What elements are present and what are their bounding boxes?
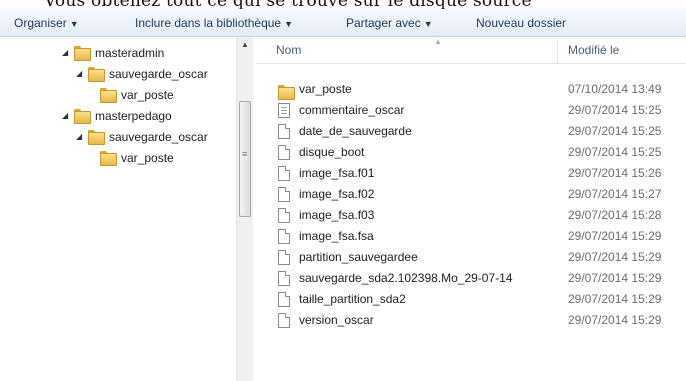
folder-icon (74, 108, 91, 124)
file-icon-slot (278, 313, 290, 335)
file-name: image_fsa.f03 (299, 208, 375, 222)
column-separator[interactable] (557, 41, 558, 63)
folder-icon (88, 66, 105, 82)
file-row[interactable]: image_fsa.f01 29/07/2014 15:26 (256, 163, 686, 184)
file-row[interactable]: disque_boot 29/07/2014 15:25 (256, 142, 686, 163)
file-name: date_de_sauvegarde (299, 124, 412, 138)
folder-icon (100, 87, 117, 103)
file-name: taille_partition_sda2 (299, 292, 406, 306)
text-file-icon (278, 103, 290, 118)
file-modified-date: 29/07/2014 15:29 (568, 229, 662, 243)
tree-item-var-poste[interactable]: var_poste (100, 148, 174, 168)
file-name: version_oscar (299, 313, 374, 327)
sort-ascending-icon: ▲ (434, 37, 442, 46)
file-row[interactable]: image_fsa.f02 29/07/2014 15:27 (256, 184, 686, 205)
tree-item-sauvegarde-oscar[interactable]: ◢ sauvegarde_oscar (76, 64, 208, 84)
tree-item-label: var_poste (121, 88, 174, 102)
expanded-arrow-icon[interactable]: ◢ (76, 64, 88, 84)
file-name: image_fsa.fsa (299, 229, 374, 243)
tree-item-label: masteradmin (95, 46, 165, 60)
file-row[interactable]: taille_partition_sda2 29/07/2014 15:29 (256, 289, 686, 310)
file-modified-date: 29/07/2014 15:25 (568, 103, 662, 117)
file-name: disque_boot (299, 145, 365, 159)
file-row[interactable]: var_poste 07/10/2014 13:49 (256, 79, 686, 100)
file-name: sauvegarde_sda2.102398.Mo_29-07-14 (299, 271, 513, 285)
file-row[interactable]: partition_sauvegardee 29/07/2014 15:29 (256, 247, 686, 268)
column-header-modified[interactable]: Modifié le (568, 37, 619, 64)
file-list-pane: Nom ▲ Modifié le var_poste 07/10/2014 13:… (256, 37, 686, 381)
file-icon (278, 187, 290, 202)
column-header-row: Nom ▲ Modifié le (256, 37, 686, 64)
chevron-down-icon: ▼ (423, 19, 433, 29)
folder-icon (88, 129, 105, 145)
file-row[interactable]: version_oscar 29/07/2014 15:29 (256, 310, 686, 331)
file-modified-date: 29/07/2014 15:25 (568, 145, 662, 159)
include-library-menu[interactable]: Inclure dans la bibliothèque ▼ (135, 9, 293, 37)
file-modified-date: 29/07/2014 15:29 (568, 271, 662, 285)
new-folder-button[interactable]: Nouveau dossier (476, 9, 566, 37)
file-icon (278, 229, 290, 244)
new-folder-label: Nouveau dossier (476, 16, 567, 30)
organiser-menu[interactable]: Organiser ▼ (14, 9, 79, 37)
file-icon (278, 124, 290, 139)
chevron-down-icon: ▼ (69, 19, 79, 29)
organiser-label: Organiser (14, 16, 67, 30)
grip-icon: ≡ (242, 149, 248, 159)
file-modified-date: 29/07/2014 15:25 (568, 124, 662, 138)
tree-item-var-poste[interactable]: var_poste (100, 85, 174, 105)
file-row[interactable]: sauvegarde_sda2.102398.Mo_29-07-14 29/07/… (256, 268, 686, 289)
folder-tree: ◢ masteradmin ◢ sauvegarde_oscar var_poste… (0, 37, 236, 381)
navigation-pane: ◢ masteradmin ◢ sauvegarde_oscar var_poste… (0, 37, 254, 381)
share-with-label: Partager avec (346, 16, 421, 30)
expanded-arrow-icon[interactable]: ◢ (76, 127, 88, 147)
share-with-menu[interactable]: Partager avec ▼ (346, 9, 433, 37)
nav-scrollbar[interactable]: ▲ ≡ (236, 37, 253, 381)
cropped-caption-text: Vous obtenez tout ce qui se trouve sur l… (44, 0, 532, 9)
include-library-label: Inclure dans la bibliothèque (135, 16, 282, 30)
scroll-up-arrow-icon[interactable]: ▲ (237, 37, 253, 53)
tree-item-label: sauvegarde_oscar (109, 67, 208, 81)
file-modified-date: 29/07/2014 15:27 (568, 187, 662, 201)
file-name: image_fsa.f02 (299, 187, 375, 201)
file-icon (278, 292, 290, 307)
file-name: var_poste (299, 82, 352, 96)
expanded-arrow-icon[interactable]: ◢ (62, 43, 74, 63)
file-row[interactable]: commentaire_oscar 29/07/2014 15:25 (256, 100, 686, 121)
file-icon (278, 271, 290, 286)
file-icon (278, 145, 290, 160)
file-icon (278, 208, 290, 223)
cropped-caption: Vous obtenez tout ce qui se trouve sur l… (0, 0, 686, 9)
file-modified-date: 29/07/2014 15:26 (568, 166, 662, 180)
file-modified-date: 29/07/2014 15:28 (568, 208, 662, 222)
tree-item-label: masterpedago (95, 109, 172, 123)
file-row[interactable]: image_fsa.fsa 29/07/2014 15:29 (256, 226, 686, 247)
tree-item-masterpedago[interactable]: ◢ masterpedago (62, 106, 172, 126)
column-header-name[interactable]: Nom (276, 37, 301, 64)
file-modified-date: 07/10/2014 13:49 (568, 82, 662, 96)
file-name: image_fsa.f01 (299, 166, 375, 180)
file-icon (278, 166, 290, 181)
tree-item-sauvegarde-oscar[interactable]: ◢ sauvegarde_oscar (76, 127, 208, 147)
file-modified-date: 29/07/2014 15:29 (568, 292, 662, 306)
file-icon (278, 250, 290, 265)
file-name: partition_sauvegardee (299, 250, 418, 264)
folder-icon (74, 45, 91, 61)
command-bar: Organiser ▼ Inclure dans la bibliothèque ▼… (0, 9, 686, 37)
file-icon (278, 313, 290, 328)
file-modified-date: 29/07/2014 15:29 (568, 250, 662, 264)
file-modified-date: 29/07/2014 15:29 (568, 313, 662, 327)
tree-item-masteradmin[interactable]: ◢ masteradmin (62, 43, 164, 63)
scroll-thumb[interactable]: ≡ (239, 101, 251, 217)
file-row[interactable]: date_de_sauvegarde 29/07/2014 15:25 (256, 121, 686, 142)
tree-item-label: sauvegarde_oscar (109, 130, 208, 144)
file-name: commentaire_oscar (299, 103, 405, 117)
file-row[interactable]: image_fsa.f03 29/07/2014 15:28 (256, 205, 686, 226)
expanded-arrow-icon[interactable]: ◢ (62, 106, 74, 126)
folder-icon (100, 150, 117, 166)
tree-item-label: var_poste (121, 151, 174, 165)
folder-icon (278, 84, 295, 100)
chevron-down-icon: ▼ (284, 19, 294, 29)
